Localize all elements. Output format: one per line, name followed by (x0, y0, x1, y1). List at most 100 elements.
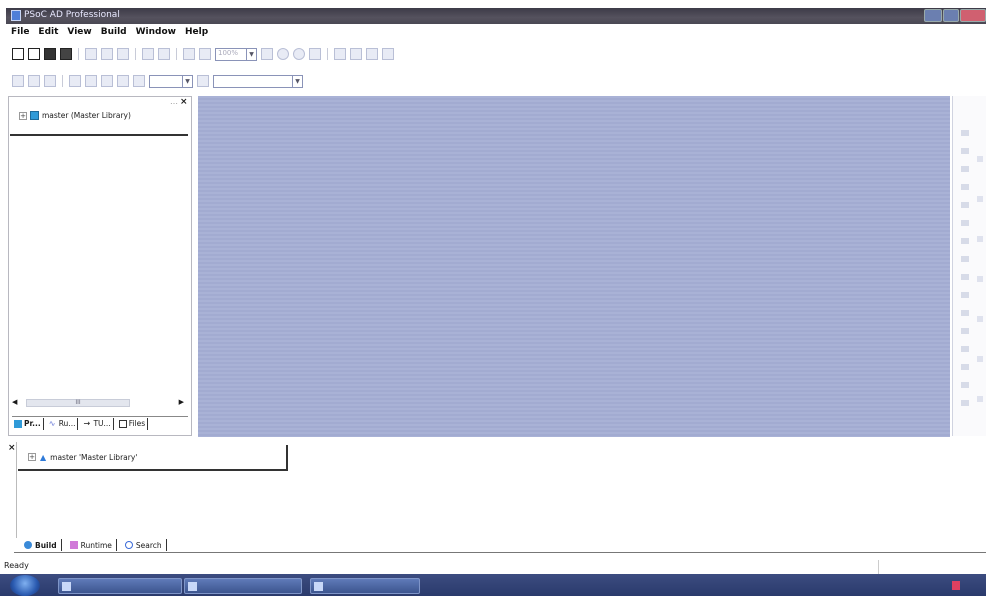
expand-icon[interactable]: + (28, 453, 36, 461)
debug-icon[interactable] (350, 48, 362, 60)
tool-icon[interactable] (961, 256, 969, 262)
panel-close-icon[interactable]: × (8, 443, 16, 453)
taskbar-app-button[interactable] (310, 578, 420, 594)
copy-icon[interactable] (101, 48, 113, 60)
start-button[interactable] (10, 575, 40, 596)
scroll-right-icon[interactable]: ▶ (179, 398, 184, 406)
step-out-icon[interactable] (44, 75, 56, 87)
tool-icon[interactable] (961, 400, 969, 406)
expand-icon[interactable]: + (19, 111, 27, 120)
new-file-icon[interactable] (12, 48, 24, 60)
print-icon[interactable] (60, 48, 72, 60)
tab-runtime-output[interactable]: Runtime (66, 539, 117, 551)
cut-icon[interactable] (85, 48, 97, 60)
runtime-icon (69, 541, 78, 549)
tab-build[interactable]: Build (20, 539, 62, 551)
zoom-out-icon[interactable] (199, 48, 211, 60)
tool-icon[interactable] (961, 310, 969, 316)
indent-icon[interactable] (142, 48, 154, 60)
panel-close-icon[interactable]: × (180, 97, 188, 107)
tool-icon[interactable] (977, 356, 983, 362)
menu-build[interactable]: Build (101, 27, 127, 37)
panel-options-icon[interactable]: … (170, 97, 178, 106)
chevron-down-icon[interactable]: ▼ (292, 75, 302, 87)
chevron-down-icon[interactable]: ▼ (246, 48, 256, 60)
undo-icon[interactable] (277, 48, 289, 60)
second-combo[interactable]: ▼ (213, 74, 303, 88)
zoom-combo[interactable]: 100% ▼ (215, 47, 257, 61)
open-folder-icon[interactable] (28, 48, 40, 60)
step-over-icon[interactable] (28, 75, 40, 87)
format-icon[interactable] (197, 75, 209, 87)
tool-icon[interactable] (961, 202, 969, 208)
tool-icon[interactable] (977, 196, 983, 202)
system-tray (930, 577, 986, 595)
notification-icon[interactable] (952, 581, 960, 590)
tool-icon[interactable] (961, 148, 969, 154)
menu-file[interactable]: File (11, 27, 29, 37)
tree-item-master[interactable]: + master (Master Library) (19, 111, 131, 120)
align-right-icon[interactable] (101, 75, 113, 87)
tool-icon[interactable] (977, 316, 983, 322)
align-left-icon[interactable] (69, 75, 81, 87)
tool-icon[interactable] (961, 292, 969, 298)
tool-icon[interactable] (977, 276, 983, 282)
snap-icon[interactable] (133, 75, 145, 87)
program-icon[interactable] (366, 48, 378, 60)
tab-build-label: Build (35, 540, 57, 550)
paste-icon[interactable] (117, 48, 129, 60)
menu-help[interactable]: Help (185, 27, 208, 37)
tool-icon[interactable] (961, 274, 969, 280)
minimize-button[interactable] (924, 9, 942, 22)
tab-runtime[interactable]: ∿ Ru... (47, 417, 79, 430)
scroll-thumb[interactable]: III (26, 399, 130, 407)
design-canvas[interactable] (198, 96, 950, 437)
pointer-icon[interactable] (261, 48, 273, 60)
step-icon[interactable] (12, 75, 24, 87)
tool-icon[interactable] (961, 346, 969, 352)
chip-icon[interactable] (382, 48, 394, 60)
tab-search-label: Search (135, 540, 162, 550)
taskbar-app-button[interactable] (58, 578, 182, 594)
tab-files[interactable]: Files (117, 417, 149, 430)
tool-icon[interactable] (961, 364, 969, 370)
menu-bar: File Edit View Build Window Help (6, 25, 986, 39)
tool-icon[interactable] (961, 130, 969, 136)
tool-icon[interactable] (961, 328, 969, 334)
menu-view[interactable]: View (67, 27, 91, 37)
build-icon[interactable] (334, 48, 346, 60)
tab-tu[interactable]: → TU... (81, 417, 114, 430)
outdent-icon[interactable] (158, 48, 170, 60)
taskbar-app-button[interactable] (184, 578, 302, 594)
title-bar: PSoC AD Professional (6, 8, 986, 24)
scroll-left-icon[interactable]: ◀ (12, 398, 17, 406)
tool-icon[interactable] (961, 382, 969, 388)
tab-search[interactable]: Search (121, 539, 167, 551)
tab-project-label: Pr... (24, 419, 41, 428)
tool-icon[interactable] (961, 238, 969, 244)
toolbar-separator (78, 48, 79, 60)
tool-icon[interactable] (961, 166, 969, 172)
zoom-in-icon[interactable] (183, 48, 195, 60)
tool-icon[interactable] (961, 220, 969, 226)
tool-icon[interactable] (961, 184, 969, 190)
close-button[interactable] (960, 9, 986, 22)
tool-icon[interactable] (977, 236, 983, 242)
maximize-button[interactable] (943, 9, 959, 22)
chevron-down-icon[interactable]: ▼ (182, 75, 192, 87)
tool-icon[interactable] (977, 396, 983, 402)
align-center-icon[interactable] (85, 75, 97, 87)
menu-window[interactable]: Window (136, 27, 176, 37)
status-text: Ready (4, 561, 29, 570)
menu-edit[interactable]: Edit (38, 27, 58, 37)
grid-icon[interactable] (117, 75, 129, 87)
tool-icon[interactable] (977, 156, 983, 162)
zoom-value: 100% (218, 48, 239, 57)
horizontal-scrollbar[interactable]: ◀ III ▶ (12, 398, 184, 408)
refresh-icon[interactable] (309, 48, 321, 60)
files-icon (118, 419, 127, 428)
tab-project[interactable]: Pr... (12, 417, 44, 430)
redo-icon[interactable] (293, 48, 305, 60)
save-icon[interactable] (44, 48, 56, 60)
first-combo[interactable]: ▼ (149, 74, 193, 88)
